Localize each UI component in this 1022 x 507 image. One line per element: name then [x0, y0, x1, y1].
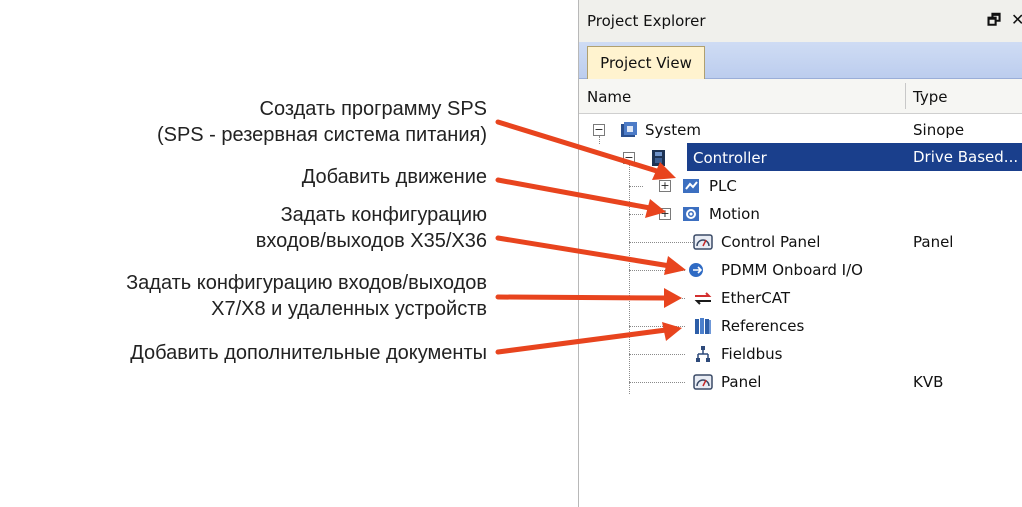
tree-item-type: Drive Based...	[913, 148, 1019, 166]
tree-item-controller[interactable]: Drive Based... − Controller	[579, 143, 1022, 172]
tree-item-label: Motion	[709, 205, 760, 223]
gauge-icon	[693, 374, 713, 390]
tree-item-label: System	[645, 121, 701, 139]
tree-item-pdmm-onboard-io[interactable]: PDMM Onboard I/O	[579, 256, 1022, 284]
annotation-add-documents: Добавить дополнительные документы	[130, 340, 487, 366]
gauge-icon	[693, 234, 713, 250]
tree-item-label: Control Panel	[721, 233, 821, 251]
tree-item-ethercat[interactable]: EtherCAT	[579, 284, 1022, 312]
column-name-header[interactable]: Name	[587, 88, 631, 106]
system-icon	[621, 122, 637, 137]
tree-item-type: KVB	[913, 373, 944, 391]
panel-titlebar: Project Explorer 🗗 ✕	[579, 0, 1022, 43]
project-tree: − System Sinope Drive Based... − Control…	[579, 116, 1022, 416]
annotation-text: входов/выходов X35/X36	[255, 230, 487, 252]
fieldbus-icon	[696, 346, 710, 362]
tree-item-label: PLC	[709, 177, 737, 195]
annotation-config-x35-x36: Задать конфигурацию входов/выходов X35/X…	[256, 202, 487, 254]
annotation-text: Добавить дополнительные документы	[130, 342, 487, 364]
tree-item-type: Panel	[913, 233, 954, 251]
annotation-config-x7-x8: Задать конфигурацию входов/выходов X7/X8…	[126, 270, 487, 322]
expand-toggle[interactable]: +	[659, 180, 671, 192]
tree-item-system[interactable]: − System Sinope	[579, 116, 1022, 144]
dock-window-icon[interactable]: 🗗	[987, 10, 1001, 35]
project-explorer-panel: Project Explorer 🗗 ✕ Project View Name T…	[578, 0, 1022, 507]
annotation-text: Создать программу SPS	[259, 98, 487, 120]
annotation-text: Задать конфигурацию	[280, 204, 487, 226]
tree-item-motion[interactable]: + Motion	[579, 200, 1022, 228]
tree-item-label: Panel	[721, 373, 762, 391]
tree-item-references[interactable]: References	[579, 312, 1022, 340]
expand-toggle[interactable]: +	[659, 208, 671, 220]
collapse-toggle[interactable]: −	[623, 152, 635, 164]
tree-item-label: Controller	[693, 149, 767, 167]
close-icon[interactable]: ✕	[1011, 10, 1022, 29]
tree-item-plc[interactable]: + PLC	[579, 172, 1022, 200]
annotation-create-sps: Создать программу SPS (SPS - резервная с…	[157, 96, 487, 148]
annotation-text: (SPS - резервная система питания)	[156, 124, 487, 146]
tree-item-label: References	[721, 317, 805, 335]
annotation-add-motion: Добавить движение	[302, 164, 487, 190]
tab-project-view[interactable]: Project View	[587, 46, 705, 79]
tab-strip: Project View	[579, 42, 1022, 79]
annotation-text: X7/X8 и удаленных устройств	[211, 298, 487, 320]
tree-item-label: Fieldbus	[721, 345, 783, 363]
controller-icon	[652, 150, 665, 166]
tree-item-label: EtherCAT	[721, 289, 790, 307]
panel-title: Project Explorer	[587, 12, 706, 30]
io-icon	[689, 263, 703, 277]
motion-icon	[683, 207, 699, 221]
references-icon	[695, 318, 711, 334]
tree-item-panel[interactable]: Panel KVB	[579, 368, 1022, 396]
tree-item-label: PDMM Onboard I/O	[721, 261, 863, 279]
ethercat-icon	[694, 292, 712, 305]
tree-item-fieldbus[interactable]: Fieldbus	[579, 340, 1022, 368]
tree-item-type: Sinope	[913, 121, 965, 139]
annotation-text: Добавить движение	[301, 166, 487, 188]
collapse-toggle[interactable]: −	[593, 124, 605, 136]
column-separator[interactable]	[905, 83, 906, 109]
column-type-header[interactable]: Type	[913, 88, 947, 106]
plc-icon	[683, 179, 699, 193]
column-header: Name Type	[579, 79, 1022, 114]
tree-item-control-panel[interactable]: Control Panel Panel	[579, 228, 1022, 256]
annotation-text: Задать конфигурацию входов/выходов	[126, 272, 487, 294]
